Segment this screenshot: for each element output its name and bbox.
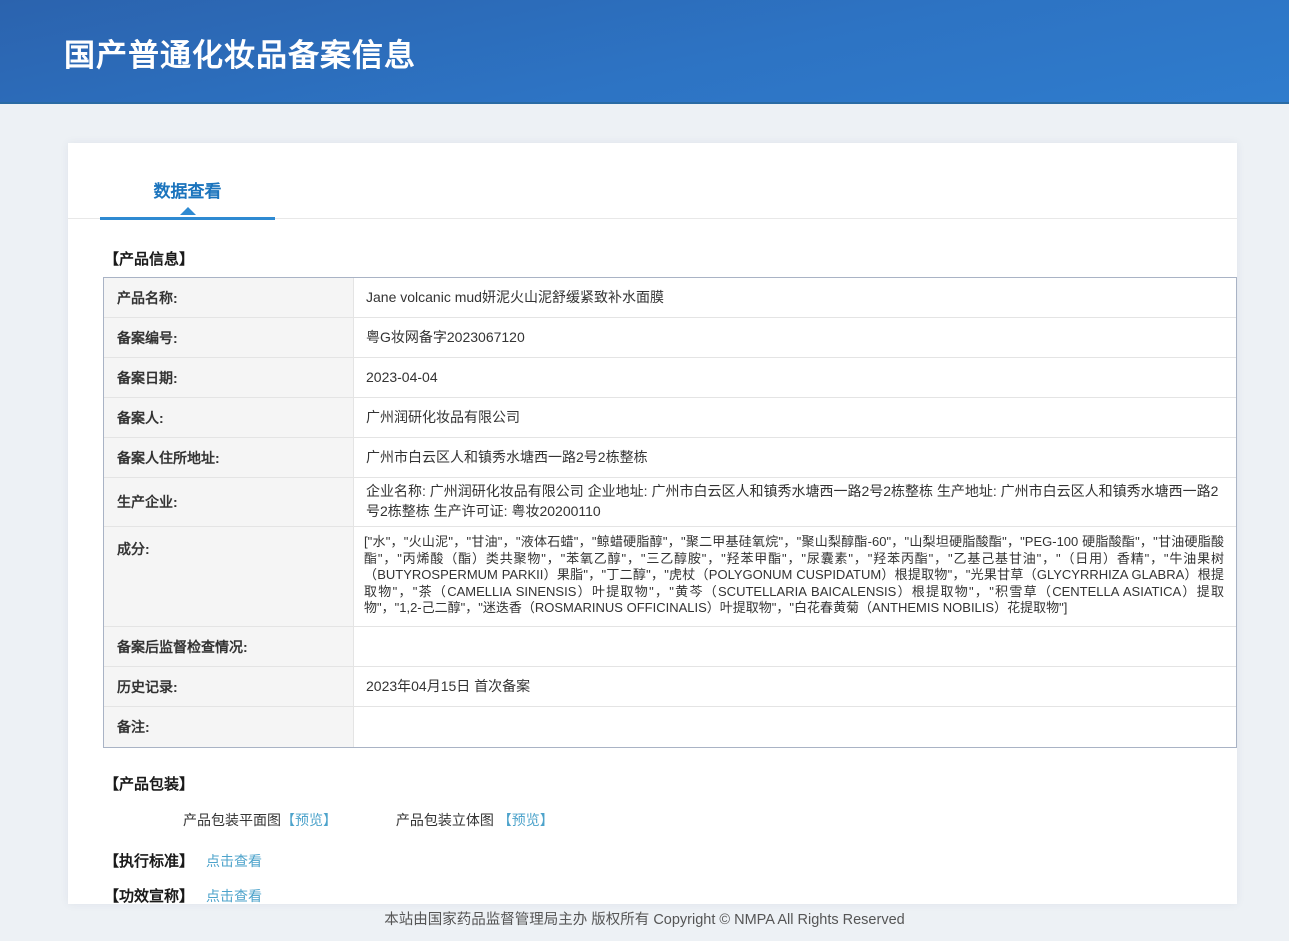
tab-data-view[interactable]: 数据查看 xyxy=(100,177,275,220)
copyright-text: 本站由国家药品监督管理局主办 版权所有 Copyright © NMPA All… xyxy=(384,912,904,928)
efficacy-row: 【功效宣称】点击查看 xyxy=(104,885,1237,906)
table-row: 备案后监督检查情况: xyxy=(104,627,1236,667)
page-header: 国产普通化妆品备案信息 xyxy=(0,0,1289,104)
section-title-standard: 【执行标准】 xyxy=(104,853,194,870)
row-label: 备案后监督检查情况: xyxy=(104,627,354,666)
table-row: 备注: xyxy=(104,707,1236,747)
row-value: Jane volcanic mud妍泥火山泥舒缓紧致补水面膜 xyxy=(354,278,1236,317)
page-footer: 本站由国家药品监督管理局主办 版权所有 Copyright © NMPA All… xyxy=(0,908,1289,929)
standard-view-link[interactable]: 点击查看 xyxy=(206,853,262,869)
row-value: 企业名称: 广州润研化妆品有限公司 企业地址: 广州市白云区人和镇秀水塘西一路2… xyxy=(354,478,1236,526)
table-row: 备案编号: 粤G妆网备字2023067120 xyxy=(104,318,1236,358)
section-title-efficacy: 【功效宣称】 xyxy=(104,888,194,905)
row-label: 备注: xyxy=(104,707,354,747)
row-value: 2023年04月15日 首次备案 xyxy=(354,667,1236,706)
row-label: 备案编号: xyxy=(104,318,354,357)
row-label: 历史记录: xyxy=(104,667,354,706)
row-value: 2023-04-04 xyxy=(354,358,1236,397)
tab-bar: 数据查看 xyxy=(68,143,1237,219)
section-title-packaging: 【产品包装】 xyxy=(104,773,1237,794)
table-row: 备案人: 广州润研化妆品有限公司 xyxy=(104,398,1236,438)
page-title: 国产普通化妆品备案信息 xyxy=(0,0,1289,75)
row-value xyxy=(354,707,1236,747)
row-label: 成分: xyxy=(104,527,354,626)
row-label: 备案日期: xyxy=(104,358,354,397)
table-row: 产品名称: Jane volcanic mud妍泥火山泥舒缓紧致补水面膜 xyxy=(104,278,1236,318)
row-value xyxy=(354,627,1236,666)
row-value: 广州润研化妆品有限公司 xyxy=(354,398,1236,437)
packaging-stereo-label: 产品包装立体图 xyxy=(396,812,498,828)
table-row: 生产企业: 企业名称: 广州润研化妆品有限公司 企业地址: 广州市白云区人和镇秀… xyxy=(104,478,1236,527)
table-row: 成分: ["水"，"火山泥"，"甘油"，"液体石蜡"，"鲸蜡硬脂醇"，"聚二甲基… xyxy=(104,527,1236,627)
packaging-flat-label: 产品包装平面图 xyxy=(183,812,281,828)
table-row: 备案人住所地址: 广州市白云区人和镇秀水塘西一路2号2栋整栋 xyxy=(104,438,1236,478)
packaging-stereo-preview-link[interactable]: 【预览】 xyxy=(498,812,554,828)
row-label: 生产企业: xyxy=(104,478,354,526)
packaging-flat-item: 产品包装平面图【预览】 xyxy=(183,810,337,830)
packaging-row: 产品包装平面图【预览】 产品包装立体图 【预览】 xyxy=(183,810,1237,830)
table-row: 备案日期: 2023-04-04 xyxy=(104,358,1236,398)
row-value: 广州市白云区人和镇秀水塘西一路2号2栋整栋 xyxy=(354,438,1236,477)
tab-active-caret-icon xyxy=(180,207,196,215)
row-value: ["水"，"火山泥"，"甘油"，"液体石蜡"，"鲸蜡硬脂醇"，"聚二甲基硅氧烷"… xyxy=(354,527,1236,626)
row-value: 粤G妆网备字2023067120 xyxy=(354,318,1236,357)
efficacy-view-link[interactable]: 点击查看 xyxy=(206,888,262,904)
content-card: 数据查看 【产品信息】 产品名称: Jane volcanic mud妍泥火山泥… xyxy=(68,143,1237,904)
row-label: 备案人: xyxy=(104,398,354,437)
row-label: 备案人住所地址: xyxy=(104,438,354,477)
row-label: 产品名称: xyxy=(104,278,354,317)
packaging-stereo-item: 产品包装立体图 【预览】 xyxy=(396,810,554,830)
table-row: 历史记录: 2023年04月15日 首次备案 xyxy=(104,667,1236,707)
packaging-flat-preview-link[interactable]: 【预览】 xyxy=(281,812,337,828)
tab-data-view-label: 数据查看 xyxy=(154,182,222,201)
standard-row: 【执行标准】点击查看 xyxy=(104,850,1237,871)
section-title-product-info: 【产品信息】 xyxy=(104,248,1237,269)
product-info-table: 产品名称: Jane volcanic mud妍泥火山泥舒缓紧致补水面膜 备案编… xyxy=(103,277,1237,748)
